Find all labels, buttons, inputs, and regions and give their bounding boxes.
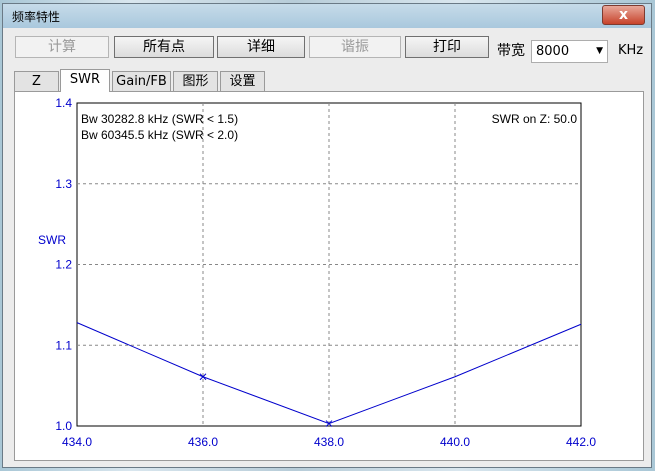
- bandwidth-annotation-1: Bw 30282.8 kHz (SWR < 1.5): [81, 112, 238, 126]
- y-tick-label: 1.0: [55, 419, 72, 433]
- y-tick-label: 1.2: [55, 258, 72, 272]
- tab-gain-fb[interactable]: Gain/FB: [112, 71, 171, 92]
- details-button[interactable]: 详细: [217, 36, 305, 58]
- window-title: 频率特性: [12, 10, 61, 24]
- chevron-down-icon: ▼: [596, 46, 603, 56]
- x-tick-label: 434.0: [62, 435, 92, 449]
- y-axis-label: SWR: [38, 233, 66, 247]
- swr-chart-panel: 434.0 436.0 438.0 440.0 442.0 1.0 1.1 1.2 1.3 1.4…: [14, 91, 644, 461]
- y-tick-label: 1.1: [55, 338, 72, 352]
- calculate-button[interactable]: 计算: [15, 36, 109, 58]
- resonance-button[interactable]: 谐振: [309, 36, 401, 58]
- x-tick-label: 440.0: [440, 435, 470, 449]
- tab-swr[interactable]: SWR: [60, 69, 110, 92]
- bandwidth-annotation-2: Bw 60345.5 kHz (SWR < 2.0): [81, 128, 238, 142]
- bandwidth-select[interactable]: 8000 ▼: [531, 40, 608, 63]
- y-tick-label: 1.4: [55, 96, 72, 110]
- tab-settings[interactable]: 设置: [220, 71, 265, 92]
- bandwidth-label: 带宽: [497, 43, 525, 59]
- bandwidth-value: 8000: [536, 44, 570, 59]
- all-points-button[interactable]: 所有点: [114, 36, 214, 58]
- x-tick-label: 436.0: [188, 435, 218, 449]
- tab-z[interactable]: Z: [14, 71, 59, 92]
- close-button[interactable]: x: [602, 5, 645, 25]
- x-tick-label: 442.0: [566, 435, 596, 449]
- tab-graphics[interactable]: 图形: [173, 71, 218, 92]
- y-tick-label: 1.3: [55, 177, 72, 191]
- frequency-response-window: 频率特性 x 计算 所有点 详细 谐振 打印 带宽 8000 ▼ KHz Z S…: [2, 3, 652, 468]
- swr-chart: 434.0 436.0 438.0 440.0 442.0 1.0 1.1 1.2 1.3 1.4…: [38, 96, 596, 449]
- print-button[interactable]: 打印: [405, 36, 489, 58]
- title-bar[interactable]: 频率特性 x: [3, 4, 651, 28]
- swr-reference-annotation: SWR on Z: 50.0: [492, 112, 578, 126]
- x-tick-label: 438.0: [314, 435, 344, 449]
- bandwidth-unit: KHz: [618, 43, 644, 58]
